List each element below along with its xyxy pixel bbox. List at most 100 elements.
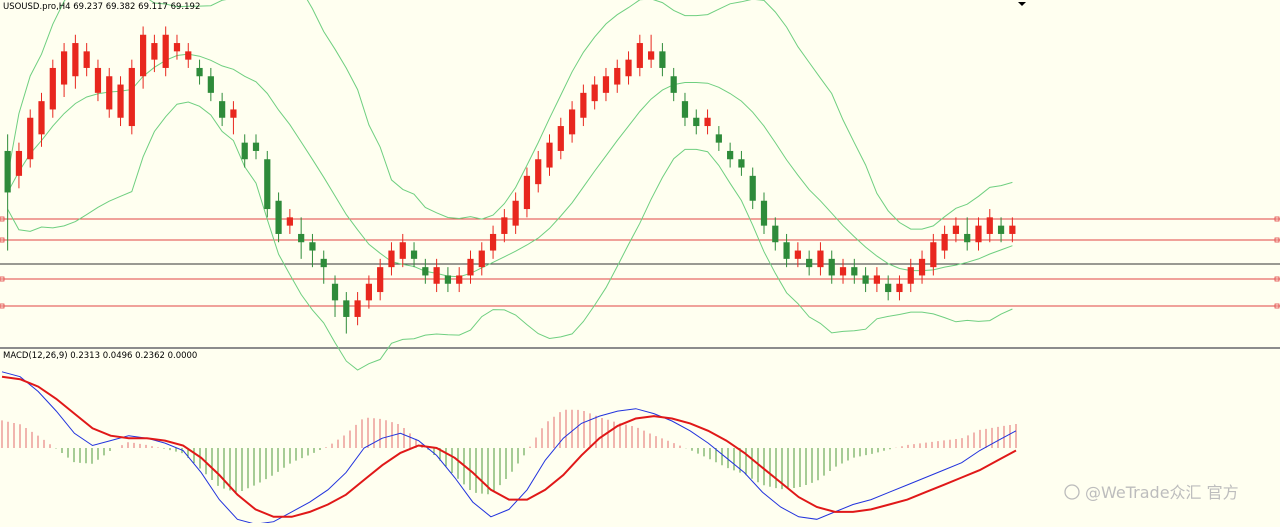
candle-body [930,242,937,268]
candle-body [219,101,226,118]
candle-body [331,283,339,301]
candle-body [614,67,621,85]
macd-label: MACD(12,26,9) 0.2313 0.0496 0.2362 0.000… [3,351,197,361]
candle-body [557,126,564,151]
candle-body [760,200,768,226]
candle-body [625,59,632,77]
candle-body [456,275,463,284]
candle [49,59,56,118]
candle-body [140,34,147,77]
candle-body [433,267,440,284]
candle-body [659,51,666,68]
candle-body [60,51,68,85]
candle-body [422,267,429,276]
candle-body [952,225,960,234]
candle-body [591,84,598,102]
candle-body [275,200,282,234]
chart-background [0,0,1280,523]
candle-body [636,43,643,68]
candle-body [501,217,508,234]
candle-body [715,134,722,143]
trading-chart[interactable]: USOUSD.pro,H4 69.237 69.382 69.117 69.19… [0,0,1280,525]
candle-body [309,242,316,251]
candle-body [997,225,1005,234]
chart-canvas[interactable]: USOUSD.pro,H4 69.237 69.382 69.117 69.19… [0,0,1280,525]
candle-body [410,250,418,259]
candle-body [151,43,158,60]
candle-body [896,283,903,293]
candle-body [241,142,248,160]
watermark-text: @WeTrade众汇 官方 [1085,483,1239,502]
candle-body [207,76,214,93]
candle-body [738,159,745,168]
candle-body [794,250,801,259]
candle-body [196,67,203,77]
candle-body [806,258,813,268]
candle-body [298,233,305,243]
candle-body [173,43,181,52]
candle-body [986,217,993,234]
candle-body [704,117,711,127]
candle-body [568,109,576,135]
candle-body [828,258,835,276]
candle-body [27,117,34,160]
candle-body [512,200,519,226]
candle-body [907,267,914,284]
candle-body [523,175,531,210]
candle-body [264,159,271,210]
candle [128,59,135,135]
candle-body [365,283,372,301]
candle-body [873,275,880,284]
candle-body [918,258,926,276]
candle-body [693,117,700,127]
candle-body [862,275,869,284]
candle-body [648,51,655,60]
candle-body [851,267,858,276]
candle-body [975,225,982,243]
candle-body [117,84,124,118]
candle-body [72,43,79,77]
candle-body [343,300,350,317]
candle-body [783,242,790,259]
candle-body [885,283,892,293]
candle-body [388,250,395,268]
candle-body [772,225,779,243]
candle-body [839,267,847,276]
candle-body [252,142,260,151]
candle-body [681,101,689,118]
candle-body [162,34,169,68]
candle-body [38,101,45,135]
candle-body [467,258,474,276]
candle-body [749,175,756,201]
candle-body [286,217,293,226]
candle-body [444,275,452,284]
candle-body [4,150,11,193]
candle-body [546,142,553,168]
candle-body [230,109,237,118]
watermark: @WeTrade众汇 官方 [1064,483,1239,502]
candle-body [478,250,485,268]
candle [27,109,34,168]
candle-body [15,150,23,176]
candle-body [128,67,135,127]
candle-body [670,76,677,93]
candle-body [106,76,113,110]
candle-body [941,233,948,251]
candle-body [377,267,384,293]
candle-body [354,300,361,317]
candle-body [399,242,406,259]
candle-body [535,159,542,185]
candle-body [185,51,192,60]
chart-title: USOUSD.pro,H4 69.237 69.382 69.117 69.19… [3,2,200,12]
candle-body [580,92,587,118]
candle-body [83,51,90,68]
candle-body [320,258,327,268]
candle-body [94,67,102,93]
candle-body [1009,225,1016,234]
candle [264,150,271,218]
candle-body [817,250,824,268]
candle-body [964,233,971,243]
candle-body [727,150,734,160]
candle-body [602,76,610,93]
candle-body [49,67,56,110]
